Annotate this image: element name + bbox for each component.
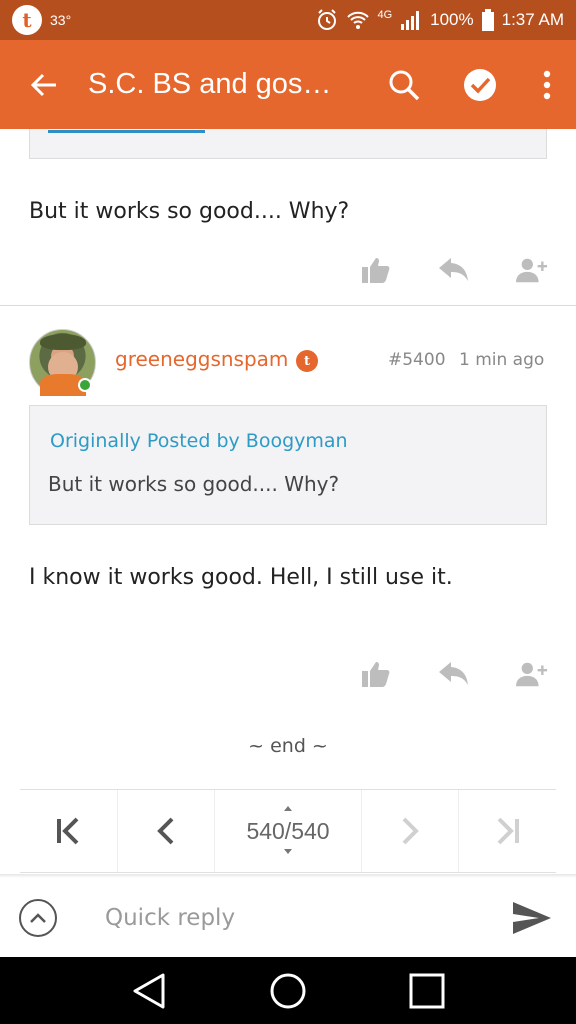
temperature-text: 33° [50,12,72,28]
next-page-button[interactable] [362,790,460,872]
avatar-hat [40,334,86,350]
chevron-right-icon [402,817,419,845]
tapatalk-logo-icon: t [12,5,42,35]
search-button[interactable] [366,40,442,129]
quote-attribution[interactable]: Originally Posted by Boogyman [50,430,348,452]
more-options-button[interactable] [518,40,576,129]
send-icon [513,901,551,934]
quote-box: Originally Posted by Boogyman But it wor… [29,405,547,525]
thumbs-up-icon [362,258,390,283]
like-button[interactable] [360,660,392,688]
online-status-indicator [78,378,92,392]
chevron-up-icon [30,912,46,923]
post-body: But it works so good.... Why? [29,199,350,224]
alarm-icon [315,8,339,32]
mark-read-button[interactable] [442,40,518,129]
page-title: S.C. BS and gos… [88,68,332,100]
reply-icon [439,258,468,281]
signal-icon [400,9,422,31]
back-arrow-icon [30,73,56,96]
post-actions [360,256,548,284]
post-timestamp: 1 min ago [459,350,545,370]
reply-icon [439,662,468,685]
send-button[interactable] [512,898,552,938]
quick-reply-bar [0,878,576,957]
end-of-thread-marker: ~ end ~ [248,735,328,757]
tapatalk-badge-icon: t [296,350,318,372]
page-indicator: 540/540 [246,817,330,844]
battery-icon [481,9,494,31]
battery-percent: 100% [430,10,474,29]
app-bar: S.C. BS and gos… [0,40,576,129]
nav-back-icon [133,973,165,1008]
reply-button[interactable] [438,660,470,688]
thumbs-up-icon [362,662,390,687]
nav-back-button[interactable] [119,961,179,1021]
network-type-text: 4G [377,9,393,21]
last-page-button[interactable] [459,790,556,872]
system-nav-bar [0,957,576,1024]
like-button[interactable] [360,256,392,284]
search-icon [389,70,420,100]
expand-reply-button[interactable] [19,898,57,937]
thread-content[interactable]: But it works so good.... Why? greeneggsn… [0,129,576,789]
check-circle-icon [464,68,496,101]
post-actions [360,660,548,688]
previous-page-button[interactable] [118,790,216,872]
pagination-bar: 540/540 [20,789,556,873]
back-button[interactable] [0,40,88,129]
chevron-left-icon [157,817,174,845]
nav-home-icon [270,973,306,1008]
clock-text: 1:37 AM [501,10,564,29]
nav-home-button[interactable] [258,961,318,1021]
wifi-icon [347,9,370,31]
previous-quote-box [29,129,547,159]
caret-up-icon [284,806,293,811]
nav-recents-button[interactable] [397,961,457,1021]
nav-recents-icon [409,973,445,1008]
post-username[interactable]: greeneggsnspam [115,347,288,371]
post-divider [0,305,576,306]
first-page-icon [57,817,79,845]
status-bar: t 33° 4G 100% 1:37 AM [0,0,576,40]
follow-user-button[interactable] [516,256,548,284]
quick-reply-input[interactable] [105,904,485,931]
add-user-icon [516,258,548,283]
quote-link-underline [48,130,205,133]
follow-user-button[interactable] [516,660,548,688]
first-page-button[interactable] [20,790,118,872]
last-page-icon [497,817,519,845]
post-body: I know it works good. Hell, I still use … [29,565,453,590]
reply-button[interactable] [438,256,470,284]
post-number: #5400 [388,350,446,370]
page-selector[interactable]: 540/540 [215,790,362,872]
caret-down-icon [284,849,293,854]
quote-text: But it works so good.... Why? [48,472,340,496]
more-vert-icon [543,70,551,99]
add-user-icon [516,662,548,687]
